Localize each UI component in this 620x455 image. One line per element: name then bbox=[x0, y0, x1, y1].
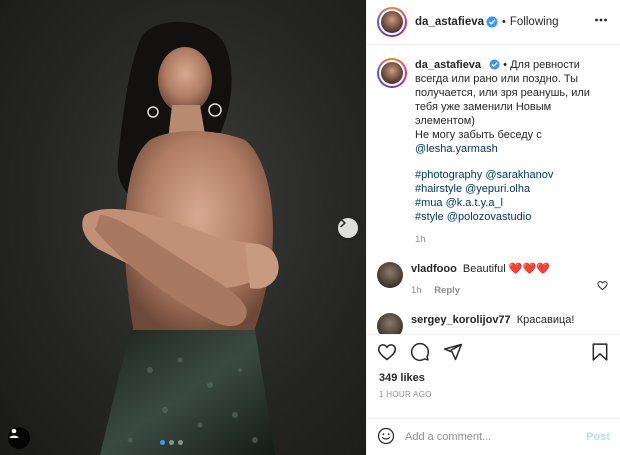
caption-separator: • bbox=[503, 59, 508, 71]
caption-line: тебя уже заменили Новым bbox=[415, 101, 552, 113]
caption-username[interactable]: da_astafieva bbox=[415, 59, 481, 71]
mention-link[interactable]: @lesha.yarmash bbox=[415, 143, 498, 155]
user-tag-button[interactable] bbox=[8, 427, 30, 449]
caption-line: всегда или рано или поздно. Ты bbox=[415, 73, 579, 85]
add-comment-bar: Post bbox=[367, 418, 620, 455]
comment-text: Beautiful ❤️❤️❤️ bbox=[462, 263, 550, 275]
post-header: da_astafieva • Following bbox=[367, 0, 620, 45]
verified-badge-icon bbox=[489, 59, 500, 70]
header-separator: • bbox=[502, 16, 506, 28]
caption-line: получается, или зря реанушь, или bbox=[415, 87, 590, 99]
comment-item: sergey_korolijov77 Красавица! bbox=[367, 298, 620, 334]
more-options-button[interactable] bbox=[594, 13, 608, 30]
commenter-username[interactable]: sergey_korolijov77 bbox=[411, 314, 511, 326]
author-info: da_astafieva • Following bbox=[415, 16, 558, 28]
like-button[interactable] bbox=[377, 342, 397, 362]
credit-link[interactable]: #mua @k.a.t.y.a_l bbox=[415, 197, 503, 209]
credit-link[interactable]: #photography @sarakhanov bbox=[415, 169, 553, 181]
post-modal: da_astafieva • Following da_astafieva • … bbox=[0, 0, 620, 455]
post-comment-button[interactable]: Post bbox=[586, 431, 610, 443]
comment-icon bbox=[410, 342, 430, 362]
next-arrow-icon bbox=[340, 218, 346, 228]
heart-icon bbox=[377, 344, 397, 361]
author-avatar[interactable] bbox=[377, 7, 407, 37]
caption-time[interactable]: 1h bbox=[415, 233, 610, 247]
commenter-avatar[interactable] bbox=[377, 262, 403, 288]
posted-time[interactable]: 1 HOUR AGO bbox=[367, 384, 620, 399]
user-tag-icon bbox=[9, 428, 19, 438]
comment-body: sergey_korolijov77 Красавица! bbox=[411, 313, 601, 334]
post-caption: da_astafieva • Для ревности всегда или р… bbox=[367, 45, 620, 247]
post-photo[interactable] bbox=[0, 0, 366, 455]
carousel-dots bbox=[160, 440, 183, 445]
author-username[interactable]: da_astafieva bbox=[415, 16, 484, 28]
comment-input[interactable] bbox=[405, 431, 587, 443]
comment-button[interactable] bbox=[410, 342, 430, 362]
comments-list[interactable]: da_astafieva • Для ревности всегда или р… bbox=[367, 45, 620, 335]
comment-meta: 1h Reply bbox=[411, 284, 601, 298]
credit-link[interactable]: #hairstyle @yepuri.olha bbox=[415, 183, 530, 195]
credit-link[interactable]: #style @polozovastudio bbox=[415, 211, 531, 223]
photo-illustration bbox=[82, 21, 279, 455]
post-side-panel: da_astafieva • Following da_astafieva • … bbox=[366, 0, 620, 455]
likes-count[interactable]: 349 likes bbox=[367, 369, 620, 384]
comment-time[interactable]: 1h bbox=[411, 285, 422, 296]
caption-line: Не могу забыть беседу с bbox=[415, 129, 542, 141]
like-comment-button[interactable] bbox=[597, 278, 608, 294]
caption-line: элементом) bbox=[415, 115, 475, 127]
carousel-dot bbox=[178, 440, 183, 445]
carousel-dot bbox=[169, 440, 174, 445]
carousel-dot-active bbox=[160, 440, 165, 445]
comment-item: vladfooo Beautiful ❤️❤️❤️ 1h Reply bbox=[367, 247, 620, 298]
share-button[interactable] bbox=[443, 342, 463, 362]
verified-badge-icon bbox=[486, 16, 498, 28]
following-button[interactable]: Following bbox=[510, 16, 559, 28]
commenter-username[interactable]: vladfooo bbox=[411, 263, 457, 275]
caption-avatar[interactable] bbox=[377, 58, 407, 88]
comment-text: Красавица! bbox=[516, 314, 575, 326]
caption-line: Для ревности bbox=[510, 59, 580, 71]
comment-body: vladfooo Beautiful ❤️❤️❤️ 1h Reply bbox=[411, 262, 601, 298]
next-photo-button[interactable] bbox=[338, 218, 358, 238]
caption-text: da_astafieva • Для ревности всегда или р… bbox=[415, 58, 610, 247]
share-icon bbox=[443, 343, 463, 361]
reply-button[interactable]: Reply bbox=[434, 285, 460, 296]
heart-icon bbox=[597, 281, 608, 291]
bookmark-icon bbox=[592, 343, 608, 361]
emoji-icon bbox=[377, 427, 395, 444]
emoji-button[interactable] bbox=[377, 427, 395, 448]
save-button[interactable] bbox=[590, 342, 610, 362]
more-icon bbox=[595, 18, 607, 22]
action-bar bbox=[367, 335, 620, 369]
commenter-avatar[interactable] bbox=[377, 313, 403, 334]
